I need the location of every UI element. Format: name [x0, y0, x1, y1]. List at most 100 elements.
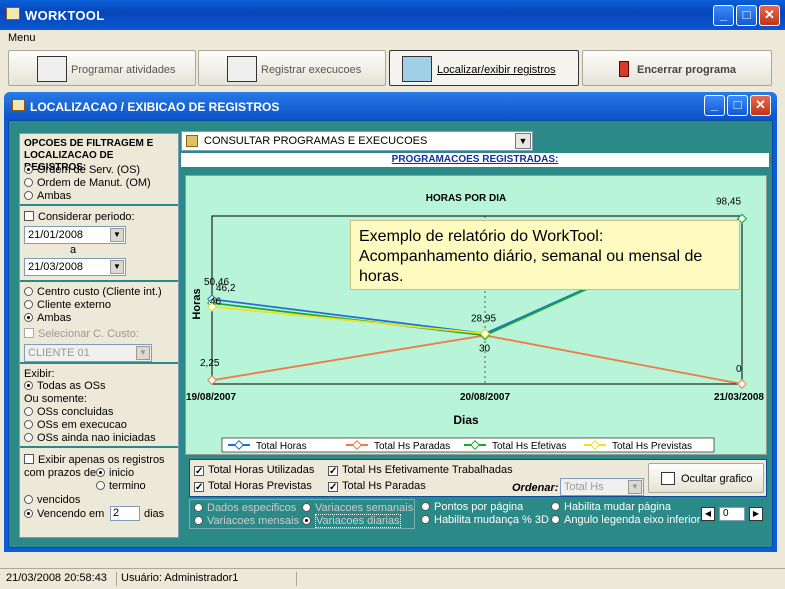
exit-door-icon	[619, 61, 629, 77]
cliente-select[interactable]: CLIENTE 01 ▼	[24, 344, 152, 362]
ordenar-select[interactable]: Total Hs ▼	[560, 478, 644, 496]
close-button[interactable]: ✕	[759, 5, 780, 26]
legend-label: Total Hs Efetivas	[492, 441, 566, 452]
data-label: 0	[736, 364, 742, 375]
schedule-icon	[37, 56, 67, 82]
status-user: Usuário: Administrador1	[116, 572, 238, 586]
radio-centro-custo[interactable]: Centro custo (Cliente int.)	[24, 286, 162, 298]
radio-angulo-legenda[interactable]: Angulo legenda eixo inferior	[551, 514, 700, 526]
y-axis-label: Horas	[191, 288, 203, 319]
status-datetime: 21/03/2008 20:58:43	[6, 572, 107, 584]
chart-controls: ✓ Total Horas Utilizadas ✓ Total Horas Pre…	[189, 459, 767, 535]
chart-title: HORAS POR DIA	[426, 193, 507, 204]
radio-os-concluidas[interactable]: OSs concluidas	[24, 406, 113, 418]
radio-habilita-mudanca[interactable]: Habilita mudança % 3D	[421, 514, 549, 526]
radio-ambas-ordem[interactable]: Ambas	[24, 190, 71, 202]
statusbar: 21/03/2008 20:58:43 Usuário: Administrad…	[0, 568, 785, 589]
ordenar-label: Ordenar:	[512, 482, 559, 494]
chevron-down-icon: ▼	[136, 346, 150, 360]
filter-panel: OPCOES DE FILTRAGEM E LOCALIZACAO DE REG…	[19, 133, 179, 538]
legend-label: Total Horas	[256, 441, 307, 452]
checkbox-total-util[interactable]: ✓ Total Horas Utilizadas	[194, 464, 314, 477]
chart-container: HORAS POR DIA Dias Horas 19/08/2007 20/08/20…	[185, 175, 767, 455]
legend-label: Total Hs Paradas	[374, 441, 450, 452]
radio-cliente-externo[interactable]: Cliente externo	[24, 299, 111, 311]
radio-variacoes-semanais[interactable]: Variacoes semanais	[302, 502, 413, 514]
checkbox-selecionar-cc[interactable]: Selecionar C. Custo:	[24, 328, 139, 340]
sub-close-button[interactable]: ✕	[750, 95, 771, 116]
date-from-picker[interactable]: 21/01/2008 ▼	[24, 226, 126, 244]
report-icon	[186, 135, 198, 147]
radio-todas-os[interactable]: Todas as OSs	[24, 380, 105, 392]
checkbox-efetivas[interactable]: ✓ Total Hs Efetivamente Trabalhadas	[328, 464, 513, 477]
x-tick-label: 20/08/2007	[460, 392, 510, 403]
minimize-button[interactable]: _	[713, 5, 734, 26]
chevron-down-icon: ▼	[110, 260, 124, 274]
tooltip-line-2: Acompanhamento diário, semanal ou mensal…	[359, 248, 703, 265]
subwindow-body: OPCOES DE FILTRAGEM E LOCALIZACAO DE REG…	[8, 120, 773, 548]
ocultar-grafico-button[interactable]: Ocultar grafico	[648, 463, 764, 493]
tooltip-line-3: horas.	[359, 268, 404, 285]
encerrar-label: Encerrar programa	[637, 64, 737, 76]
checkbox-paradas[interactable]: ✓ Total Hs Paradas	[328, 480, 426, 493]
variation-group: Dados especificos Variacoes mensais Vari…	[189, 499, 415, 529]
client-section: Centro custo (Cliente int.) Cliente exte…	[20, 282, 178, 364]
dias-input[interactable]: 2	[110, 506, 140, 521]
subwindow-titlebar: LOCALIZACAO / EXIBICAO DE REGISTROS _ □ …	[4, 92, 777, 120]
localizar-label: Localizar/exibir registros	[437, 64, 556, 76]
order-type-section: OPCOES DE FILTRAGEM E LOCALIZACAO DE REG…	[20, 134, 178, 206]
page-input[interactable]: 0	[719, 507, 745, 521]
sub-minimize-button[interactable]: _	[704, 95, 725, 116]
chart-icon	[661, 472, 675, 485]
checkbox-exibir-apenas[interactable]: Exibir apenas os registros	[24, 454, 165, 466]
radio-ordem-serv[interactable]: Ordem de Serv. (OS)	[24, 164, 140, 176]
registrar-label: Registrar execucoes	[261, 64, 362, 76]
data-label: 46,2	[216, 283, 236, 294]
localizar-exibir-button[interactable]: Localizar/exibir registros	[389, 50, 579, 86]
consult-select[interactable]: CONSULTAR PROGRAMAS E EXECUCOES ▼	[181, 131, 533, 151]
menu-item[interactable]: Menu	[8, 32, 36, 44]
radio-habilita-pagina[interactable]: Habilita mudar página	[551, 501, 671, 513]
chevron-down-icon: ▼	[110, 228, 124, 242]
encerrar-programa-button[interactable]: Encerrar programa	[582, 50, 772, 86]
page-next-button[interactable]: ▶	[749, 507, 763, 521]
data-label: 30	[479, 344, 491, 355]
consult-value: CONSULTAR PROGRAMAS E EXECUCOES	[204, 135, 428, 147]
radio-os-execucao[interactable]: OSs em execucao	[24, 419, 127, 431]
radio-dados-especificos[interactable]: Dados especificos	[194, 502, 296, 514]
subwindow-title: LOCALIZACAO / EXIBICAO DE REGISTROS	[30, 100, 280, 114]
data-label: 46	[210, 297, 222, 308]
dias-label: dias	[144, 508, 165, 520]
registrar-execucoes-button[interactable]: Registrar execucoes	[198, 50, 386, 86]
subwindow-icon	[12, 99, 25, 111]
chevron-down-icon: ▼	[628, 480, 642, 494]
checkbox-considerar-periodo[interactable]: Considerar periodo:	[24, 211, 135, 223]
x-axis-label: Dias	[453, 413, 479, 427]
radio-variacoes-mensais[interactable]: Variacoes mensais	[194, 515, 299, 527]
radio-ambas-cliente[interactable]: Ambas	[24, 312, 71, 324]
page-prev-button[interactable]: ◀	[701, 507, 715, 521]
report-area: CONSULTAR PROGRAMAS E EXECUCOES ▼ PROGRA…	[181, 131, 769, 539]
radio-variacoes-diarias[interactable]: Variacoes diarias	[302, 514, 401, 528]
checkbox-total-prev[interactable]: ✓ Total Horas Previstas	[194, 480, 312, 493]
date-to-picker[interactable]: 21/03/2008 ▼	[24, 258, 126, 276]
radio-vencidos[interactable]: vencidos	[24, 494, 80, 506]
ocultar-label: Ocultar grafico	[681, 473, 753, 485]
info-tooltip: Exemplo de relatório do WorkTool: Acompa…	[350, 220, 740, 290]
radio-os-nao-iniciadas[interactable]: OSs ainda nao iniciadas	[24, 432, 156, 444]
prazos-section: Exibir apenas os registros com prazos de…	[20, 448, 178, 537]
sub-maximize-button[interactable]: □	[727, 95, 748, 116]
radio-ordem-manut[interactable]: Ordem de Manut. (OM)	[24, 177, 151, 189]
chevron-down-icon: ▼	[515, 133, 531, 149]
radio-pontos-pagina[interactable]: Pontos por página	[421, 501, 523, 513]
view-options: Dados especificos Variacoes mensais Vari…	[189, 499, 767, 529]
programar-atividades-button[interactable]: Programar atividades	[8, 50, 196, 86]
tooltip-line-1: Exemplo de relatório do WorkTool:	[359, 228, 604, 245]
radio-inicio[interactable]: inicio	[96, 467, 134, 479]
radio-vencendo-em[interactable]: Vencendo em	[24, 508, 104, 520]
maximize-button[interactable]: □	[736, 5, 757, 26]
programar-label: Programar atividades	[71, 64, 176, 76]
radio-termino[interactable]: termino	[96, 480, 146, 492]
date-separator: a	[70, 244, 77, 256]
app-titlebar: WORKTOOL _ □ ✕	[0, 0, 785, 30]
